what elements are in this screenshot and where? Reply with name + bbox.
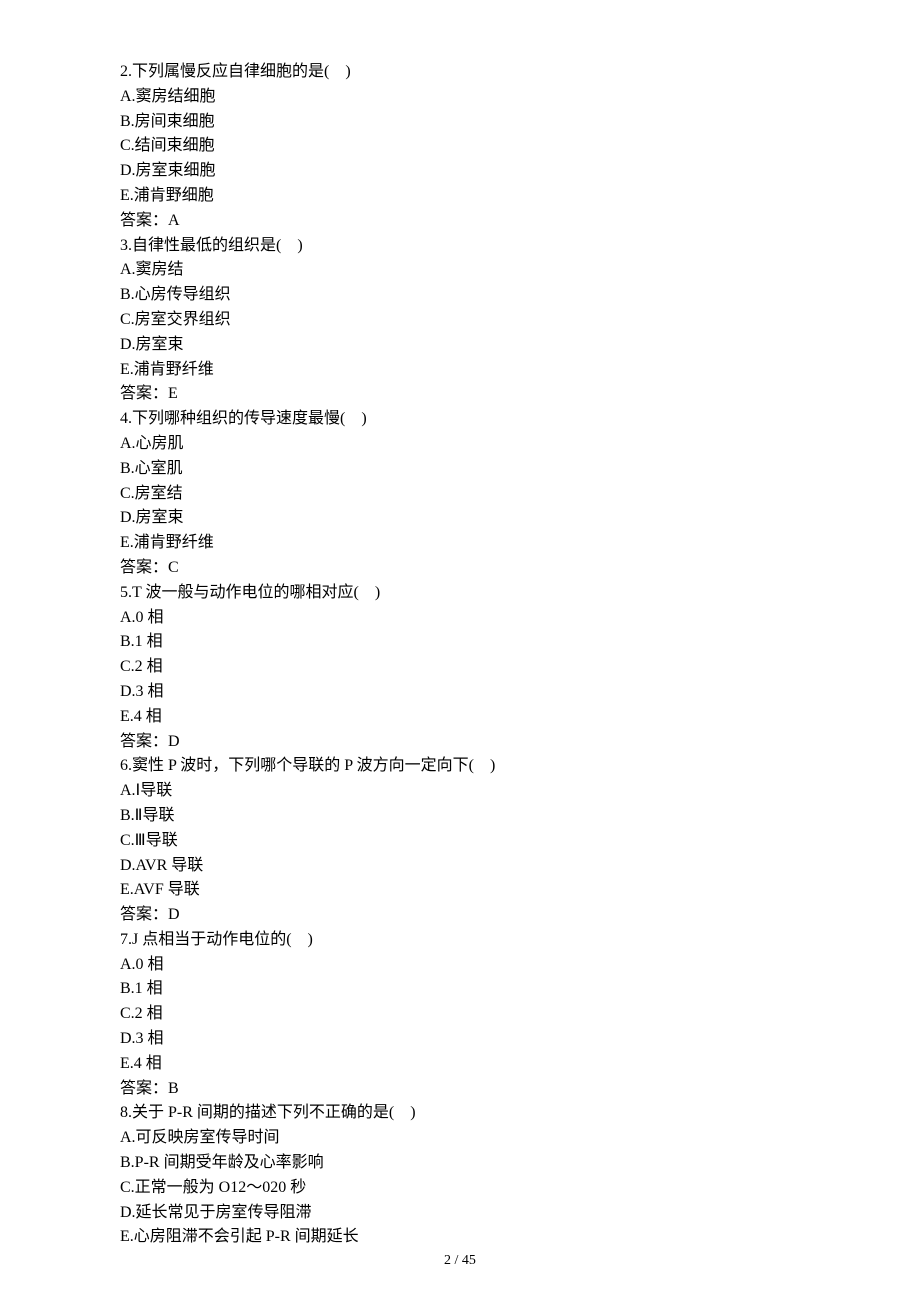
question-answer: 答案：D <box>120 730 800 755</box>
question-answer: 答案：E <box>120 382 800 407</box>
question-option: D.3 相 <box>120 1027 800 1052</box>
question-stem: 3.自律性最低的组织是( ) <box>120 234 800 259</box>
question-option: A.窦房结细胞 <box>120 85 800 110</box>
question-stem: 5.T 波一般与动作电位的哪相对应( ) <box>120 581 800 606</box>
question-option: C.2 相 <box>120 1002 800 1027</box>
question-stem: 8.关于 P-R 间期的描述下列不正确的是( ) <box>120 1101 800 1126</box>
question-option: B.1 相 <box>120 630 800 655</box>
question-option: B.房间束细胞 <box>120 110 800 135</box>
question-option: A.可反映房室传导时间 <box>120 1126 800 1151</box>
question-option: C.正常一般为 O12～020 秒 <box>120 1176 800 1201</box>
question-option: B.P-R 间期受年龄及心率影响 <box>120 1151 800 1176</box>
question-option: E.4 相 <box>120 705 800 730</box>
question-option: B.Ⅱ导联 <box>120 804 800 829</box>
question-option: D.AVR 导联 <box>120 854 800 879</box>
question-option: B.心室肌 <box>120 457 800 482</box>
document-page: 2.下列属慢反应自律细胞的是( )A.窦房结细胞B.房间束细胞C.结间束细胞D.… <box>0 0 920 1302</box>
question-option: E.浦肯野纤维 <box>120 358 800 383</box>
question-option: C.Ⅲ导联 <box>120 829 800 854</box>
question-option: E.浦肯野细胞 <box>120 184 800 209</box>
question-option: D.房室束 <box>120 506 800 531</box>
question-stem: 7.J 点相当于动作电位的( ) <box>120 928 800 953</box>
question-stem: 2.下列属慢反应自律细胞的是( ) <box>120 60 800 85</box>
question-option: E.浦肯野纤维 <box>120 531 800 556</box>
question-option: A.0 相 <box>120 606 800 631</box>
question-option: A.0 相 <box>120 953 800 978</box>
question-option: B.1 相 <box>120 977 800 1002</box>
question-option: A.窦房结 <box>120 258 800 283</box>
question-option: D.延长常见于房室传导阻滞 <box>120 1201 800 1226</box>
question-answer: 答案：C <box>120 556 800 581</box>
question-stem: 6.窦性 P 波时，下列哪个导联的 P 波方向一定向下( ) <box>120 754 800 779</box>
question-option: D.3 相 <box>120 680 800 705</box>
question-option: A.Ⅰ导联 <box>120 779 800 804</box>
question-option: A.心房肌 <box>120 432 800 457</box>
question-answer: 答案：A <box>120 209 800 234</box>
question-option: C.2 相 <box>120 655 800 680</box>
question-option: C.房室结 <box>120 482 800 507</box>
question-list: 2.下列属慢反应自律细胞的是( )A.窦房结细胞B.房间束细胞C.结间束细胞D.… <box>120 60 800 1250</box>
question-option: E.4 相 <box>120 1052 800 1077</box>
question-answer: 答案：D <box>120 903 800 928</box>
question-option: E.心房阻滞不会引起 P-R 间期延长 <box>120 1225 800 1250</box>
question-option: E.AVF 导联 <box>120 878 800 903</box>
question-option: D.房室束 <box>120 333 800 358</box>
question-option: D.房室束细胞 <box>120 159 800 184</box>
question-option: C.房室交界组织 <box>120 308 800 333</box>
question-option: C.结间束细胞 <box>120 134 800 159</box>
page-footer: 2 / 45 <box>0 1250 920 1272</box>
question-answer: 答案：B <box>120 1077 800 1102</box>
question-option: B.心房传导组织 <box>120 283 800 308</box>
question-stem: 4.下列哪种组织的传导速度最慢( ) <box>120 407 800 432</box>
